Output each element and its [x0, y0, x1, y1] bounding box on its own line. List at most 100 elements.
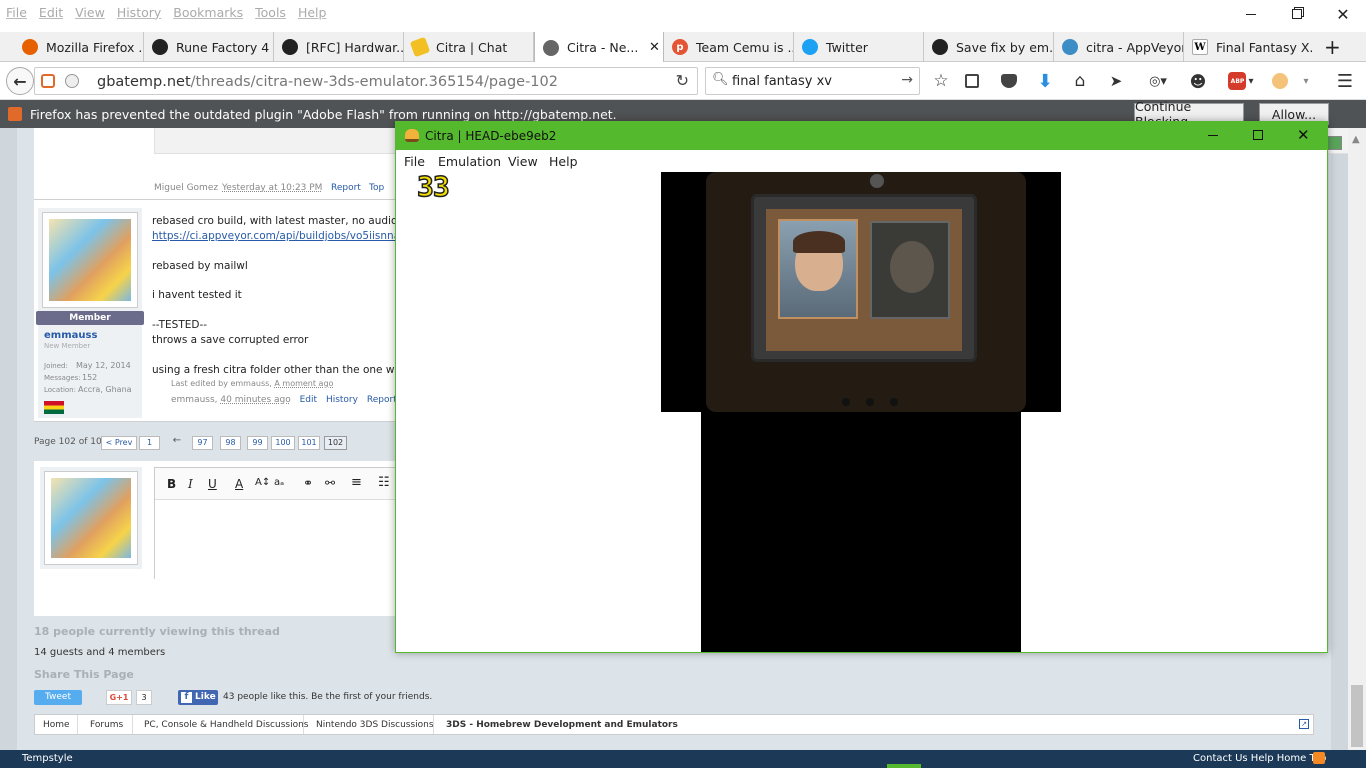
- search-bar[interactable]: 🔍︎ final fantasy xv →: [705, 67, 920, 95]
- minimize-button[interactable]: [1228, 0, 1274, 28]
- emoji-icon[interactable]: ☻: [1186, 70, 1210, 92]
- bookmark-star-icon[interactable]: ☆: [930, 71, 952, 91]
- prev-top-link[interactable]: Top: [369, 183, 384, 193]
- tab-appveyor[interactable]: citra - AppVeyor: [1054, 32, 1184, 62]
- post-link[interactable]: https://ci.appveyor.com/api/buildjobs/vo…: [152, 229, 432, 244]
- page-102-button[interactable]: 102: [324, 436, 347, 450]
- avatar-icon[interactable]: [1268, 70, 1292, 92]
- link-icon[interactable]: ⚭: [303, 476, 313, 490]
- messages-count[interactable]: 152: [82, 373, 97, 382]
- jump-to-icon[interactable]: ↗: [1299, 719, 1309, 729]
- side-widget-icon[interactable]: [1326, 136, 1342, 150]
- page-scrollbar[interactable]: ▲: [1348, 128, 1366, 750]
- tab-rune-factory[interactable]: Rune Factory 4 ...: [144, 32, 274, 62]
- avatar[interactable]: [44, 471, 138, 565]
- citra-menu-emulation[interactable]: Emulation: [438, 154, 501, 169]
- tab-citra-chat[interactable]: Citra | Chat: [404, 32, 534, 62]
- list-icon[interactable]: ☷: [378, 475, 390, 490]
- url-text[interactable]: gbatemp.net/threads/citra-new-3ds-emulat…: [97, 74, 558, 90]
- menu-tools[interactable]: Tools: [255, 5, 286, 20]
- breadcrumb-3ds[interactable]: Nintendo 3DS Discussions: [316, 720, 434, 730]
- style-chooser[interactable]: Tempstyle: [22, 753, 73, 764]
- tab-firefox[interactable]: Mozilla Firefox ...: [14, 32, 144, 62]
- menu-bookmarks[interactable]: Bookmarks: [173, 5, 243, 20]
- gplus-button[interactable]: G+1: [106, 690, 132, 705]
- scroll-up-icon[interactable]: ▲: [1352, 134, 1360, 145]
- adblock-button[interactable]: ABP ▾: [1224, 70, 1258, 92]
- font-size-icon[interactable]: A↕: [255, 477, 270, 488]
- back-button[interactable]: ←: [6, 67, 34, 95]
- hamburger-menu-icon[interactable]: ☰: [1332, 70, 1358, 92]
- pocket-icon[interactable]: [998, 72, 1020, 90]
- history-link[interactable]: History: [326, 395, 358, 405]
- text-color-icon[interactable]: A: [235, 477, 243, 491]
- tweet-button[interactable]: Tweet: [34, 690, 82, 705]
- avatar[interactable]: [42, 212, 138, 308]
- extension-menu-icon[interactable]: ◎▾: [1142, 70, 1174, 92]
- citra-close-icon[interactable]: ✕: [1297, 126, 1310, 144]
- citra-menu-view[interactable]: View: [508, 154, 538, 169]
- align-icon[interactable]: ≡: [351, 475, 362, 490]
- report-link[interactable]: Report: [367, 395, 397, 405]
- edit-link[interactable]: Edit: [300, 395, 317, 405]
- font-family-icon[interactable]: aₐ: [274, 477, 284, 488]
- search-go-icon[interactable]: →: [901, 72, 913, 88]
- citra-render-area[interactable]: 33: [396, 171, 1327, 652]
- url-bar[interactable]: gbatemp.net/threads/citra-new-3ds-emulat…: [34, 67, 698, 95]
- footer-username[interactable]: emmauss: [171, 395, 215, 405]
- breadcrumb-home[interactable]: Home: [43, 720, 70, 730]
- underline-icon[interactable]: U: [208, 477, 217, 491]
- page-101-button[interactable]: 101: [298, 436, 320, 450]
- breadcrumb-homebrew[interactable]: 3DS - Homebrew Development and Emulators: [446, 720, 678, 730]
- citra-minimize-icon[interactable]: [1208, 135, 1218, 136]
- reload-icon[interactable]: ↻: [676, 71, 689, 90]
- citra-maximize-icon[interactable]: [1253, 130, 1263, 140]
- scroll-thumb[interactable]: [1351, 685, 1363, 747]
- italic-icon[interactable]: I: [188, 477, 193, 491]
- menu-file[interactable]: File: [6, 5, 27, 20]
- unlink-icon[interactable]: ⚯: [325, 476, 335, 490]
- menu-view[interactable]: View: [75, 5, 105, 20]
- menu-history[interactable]: History: [117, 5, 161, 20]
- tab-rfc-hardware[interactable]: [RFC] Hardwar...: [274, 32, 404, 62]
- tab-twitter[interactable]: Twitter: [794, 32, 924, 62]
- page-1-button[interactable]: 1: [139, 436, 160, 450]
- menu-help[interactable]: Help: [298, 5, 327, 20]
- restore-button[interactable]: [1274, 0, 1320, 28]
- rss-icon[interactable]: [1313, 752, 1325, 764]
- breadcrumb-forums[interactable]: Forums: [90, 720, 123, 730]
- citra-titlebar[interactable]: Citra | HEAD-ebe9eb2 ✕: [396, 122, 1327, 150]
- prev-post-time[interactable]: Yesterday at 10:23 PM: [222, 183, 322, 193]
- overflow-chevron-icon[interactable]: ▾: [1296, 70, 1316, 92]
- prev-post-author[interactable]: Miguel Gomez: [154, 183, 218, 193]
- site-info-icon[interactable]: [41, 74, 55, 88]
- tab-final-fantasy[interactable]: W Final Fantasy X...: [1184, 32, 1314, 62]
- search-input[interactable]: final fantasy xv: [732, 74, 832, 89]
- edited-by[interactable]: emmauss: [230, 379, 269, 388]
- new-tab-button[interactable]: +: [1316, 32, 1346, 62]
- citra-menu-help[interactable]: Help: [549, 154, 578, 169]
- send-icon[interactable]: ➤: [1104, 70, 1128, 92]
- page-skip-arrow[interactable]: ←: [170, 435, 184, 449]
- page-97-button[interactable]: 97: [192, 436, 213, 450]
- reading-list-icon[interactable]: [962, 72, 982, 90]
- download-icon[interactable]: ⬇: [1034, 70, 1056, 92]
- bottom-screen[interactable]: [701, 412, 1021, 652]
- footer-time[interactable]: 40 minutes ago: [220, 395, 290, 405]
- page-100-button[interactable]: 100: [271, 436, 295, 450]
- home-icon[interactable]: ⌂: [1068, 70, 1092, 92]
- citra-menu-file[interactable]: File: [404, 154, 425, 169]
- prev-report-link[interactable]: Report: [331, 183, 361, 193]
- tab-close-icon[interactable]: ✕: [649, 40, 660, 55]
- bold-icon[interactable]: B: [167, 477, 176, 491]
- close-window-button[interactable]: ✕: [1320, 0, 1366, 28]
- location-value[interactable]: Accra, Ghana: [78, 385, 132, 394]
- prev-page-button[interactable]: < Prev: [101, 436, 137, 450]
- menu-edit[interactable]: Edit: [39, 5, 63, 20]
- tab-save-fix[interactable]: Save fix by em...: [924, 32, 1054, 62]
- page-98-button[interactable]: 98: [220, 436, 241, 450]
- footer-links[interactable]: Contact Us Help Home Top: [1193, 753, 1326, 764]
- facebook-like-button[interactable]: f Like: [178, 690, 218, 705]
- tab-team-cemu[interactable]: p Team Cemu is ...: [664, 32, 794, 62]
- page-99-button[interactable]: 99: [247, 436, 268, 450]
